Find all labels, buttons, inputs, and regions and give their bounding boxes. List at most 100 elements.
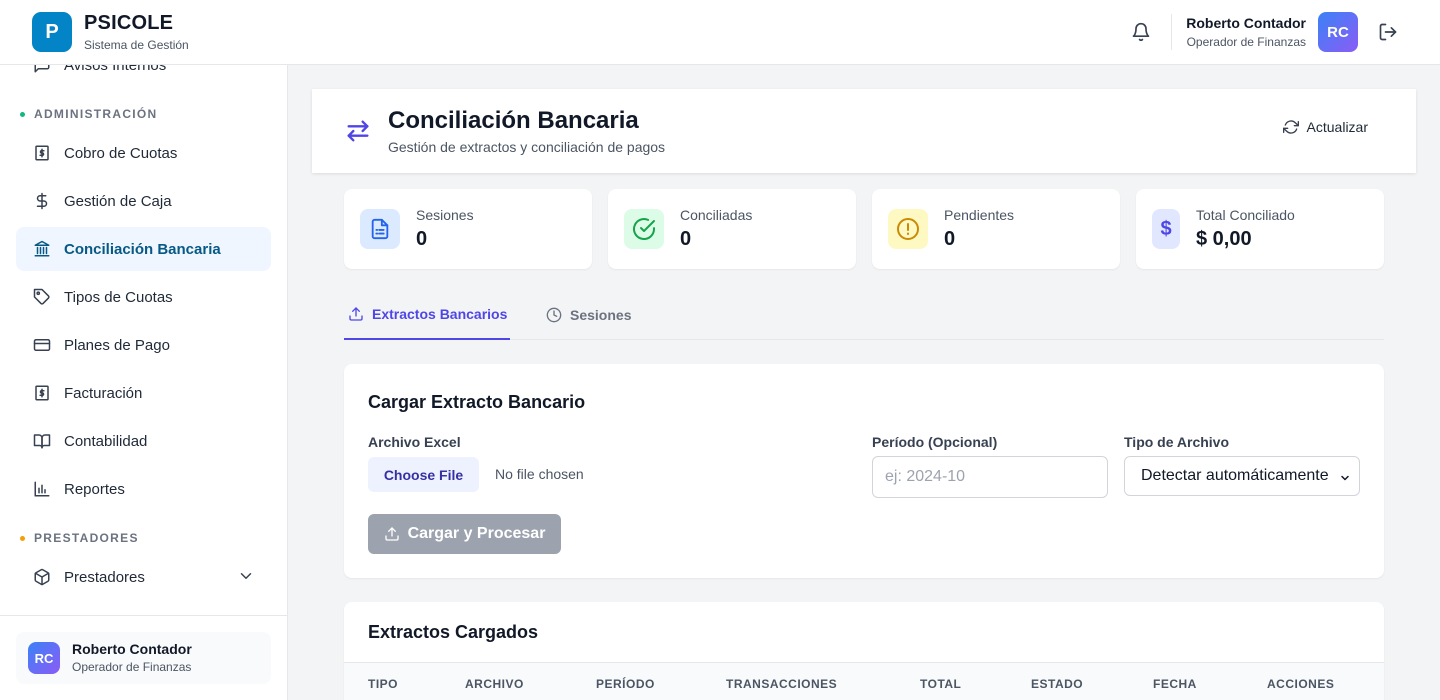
file-type-select[interactable]: Detectar automáticamente [1124, 456, 1360, 496]
sidebar-item-conciliacion-bancaria[interactable]: Conciliación Bancaria [16, 227, 271, 271]
page-header: Conciliación Bancaria Gestión de extract… [312, 89, 1416, 173]
bar-chart-icon [32, 479, 52, 499]
section-administracion: ADMINISTRACIÓN [20, 107, 158, 121]
stat-meta: Pendientes 0 [944, 206, 1014, 252]
sidebar-item-cobro-de-cuotas[interactable]: Cobro de Cuotas [16, 131, 271, 175]
file-type-label: Tipo de Archivo [1124, 434, 1230, 450]
sidebar-item-label: Gestión de Caja [64, 192, 172, 210]
tab-label: Extractos Bancarios [372, 306, 508, 322]
section-dot [20, 535, 25, 541]
message-icon [32, 65, 52, 75]
sidebar-item-label: Planes de Pago [64, 336, 170, 354]
page-title: Conciliación Bancaria [388, 107, 639, 134]
tabs: Extractos Bancarios Sesiones [344, 290, 1384, 340]
document-list-icon [360, 209, 400, 249]
sidebar-user-name: Roberto Contador [72, 641, 192, 657]
refresh-label: Actualizar [1306, 119, 1368, 135]
stat-card-total-conciliado: $ Total Conciliado $ 0,00 [1136, 189, 1384, 269]
credit-card-icon [32, 335, 52, 355]
chevron-down-icon [1339, 471, 1351, 489]
extracts-card-title: Extractos Cargados [368, 622, 539, 642]
clock-icon [546, 307, 562, 323]
column-header-transacciones[interactable]: TRANSACCIONES [726, 677, 837, 691]
stat-label: Sesiones [416, 207, 474, 223]
sidebar-user-meta: Roberto Contador Operador de Finanzas [72, 641, 192, 675]
tags-icon [32, 287, 52, 307]
sidebar-item-contabilidad[interactable]: Contabilidad [16, 419, 271, 463]
stat-value: $ 0,00 [1196, 228, 1252, 250]
sidebar-user-card[interactable]: RC Roberto Contador Operador de Finanzas [16, 632, 271, 684]
arrows-swap-icon [344, 117, 372, 145]
package-icon [32, 567, 52, 587]
section-label: PRESTADORES [34, 531, 139, 545]
sidebar-item-label: Conciliación Bancaria [64, 240, 221, 258]
upload-icon [348, 306, 364, 322]
column-header-total[interactable]: TOTAL [920, 677, 961, 691]
logout-icon[interactable] [1376, 20, 1400, 44]
header-divider [1171, 14, 1173, 50]
column-header-periodo[interactable]: PERÍODO [596, 677, 655, 691]
sidebar: Avisos Internos ADMINISTRACIÓN Cobro de … [0, 65, 288, 700]
choose-file-button[interactable]: Choose File [368, 457, 479, 492]
file-type-value: Detectar automáticamente [1141, 467, 1329, 484]
sidebar-item-gestion-de-caja[interactable]: Gestión de Caja [16, 179, 271, 223]
sidebar-footer: RC Roberto Contador Operador de Finanzas [0, 615, 287, 700]
chevron-down-icon[interactable] [237, 567, 255, 589]
bell-icon[interactable] [1129, 20, 1153, 44]
brand-logo: P [32, 12, 72, 52]
tab-sesiones[interactable]: Sesiones [546, 290, 631, 340]
avatar: RC [28, 642, 60, 674]
book-icon [32, 431, 52, 451]
table-header: TIPO ARCHIVO PERÍODO TRANSACCIONES TOTAL… [344, 662, 1384, 700]
upload-icon [384, 526, 400, 542]
sidebar-item-label: Contabilidad [64, 432, 148, 450]
sidebar-item-label: Tipos de Cuotas [64, 288, 173, 306]
stat-card-pendientes: Pendientes 0 [872, 189, 1120, 269]
brand[interactable]: P PSICOLE Sistema de Gestión [32, 11, 189, 53]
upload-card: Cargar Extracto Bancario Archivo Excel C… [344, 364, 1384, 578]
bank-icon [32, 239, 52, 259]
period-input[interactable] [872, 456, 1108, 498]
period-field-label: Período (Opcional) [872, 434, 998, 450]
tab-label: Sesiones [570, 307, 632, 323]
stat-card-sesiones: Sesiones 0 [344, 189, 592, 269]
refresh-button[interactable]: Actualizar [1282, 119, 1368, 135]
brand-text: PSICOLE Sistema de Gestión [84, 11, 189, 53]
stat-label: Pendientes [944, 207, 1015, 223]
receipt-dollar-icon [32, 143, 52, 163]
brand-name: PSICOLE [84, 12, 174, 34]
sidebar-item-prestadores[interactable]: Prestadores [16, 555, 271, 599]
sidebar-item-label: Prestadores [64, 568, 145, 586]
sidebar-item-facturacion[interactable]: Facturación [16, 371, 271, 415]
column-header-archivo[interactable]: ARCHIVO [465, 677, 524, 691]
sidebar-item-tipos-de-cuotas[interactable]: Tipos de Cuotas [16, 275, 271, 319]
column-header-acciones[interactable]: ACCIONES [1267, 677, 1334, 691]
column-header-tipo[interactable]: TIPO [368, 677, 398, 691]
brand-subtitle: Sistema de Gestión [84, 38, 189, 52]
dollar-icon [32, 191, 52, 211]
stat-meta: Sesiones 0 [416, 206, 474, 252]
column-header-fecha[interactable]: FECHA [1153, 677, 1197, 691]
section-dot [20, 111, 25, 117]
sidebar-user-role: Operador de Finanzas [72, 660, 192, 674]
upload-process-label: Cargar y Procesar [407, 525, 546, 542]
alert-circle-icon [888, 209, 928, 249]
stat-value: 0 [416, 228, 428, 250]
sidebar-item-avisos-internos[interactable]: Avisos Internos [16, 65, 271, 87]
tab-extractos-bancarios[interactable]: Extractos Bancarios [344, 290, 510, 340]
sidebar-item-label: Reportes [64, 480, 125, 498]
invoice-icon [32, 383, 52, 403]
avatar[interactable]: RC [1318, 12, 1358, 52]
stat-value: 0 [944, 228, 956, 250]
user-meta: Roberto Contador Operador de Finanzas [1186, 14, 1306, 50]
page-subtitle: Gestión de extractos y conciliación de p… [388, 139, 666, 155]
section-label: ADMINISTRACIÓN [34, 107, 158, 121]
column-header-estado[interactable]: ESTADO [1031, 677, 1083, 691]
stat-meta: Conciliadas 0 [680, 206, 752, 252]
sidebar-item-reportes[interactable]: Reportes [16, 467, 271, 511]
stat-card-conciliadas: Conciliadas 0 [608, 189, 856, 269]
upload-card-title: Cargar Extracto Bancario [368, 392, 586, 412]
upload-process-button[interactable]: Cargar y Procesar [368, 514, 561, 554]
sidebar-item-planes-de-pago[interactable]: Planes de Pago [16, 323, 271, 367]
check-circle-icon [624, 209, 664, 249]
